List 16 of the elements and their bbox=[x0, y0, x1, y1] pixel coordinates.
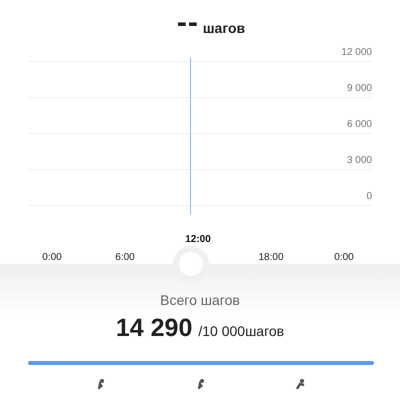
y-axis-label: 6 000 bbox=[346, 119, 372, 130]
x-axis-label: 18:00 bbox=[258, 252, 284, 263]
y-axis-label: 0 bbox=[366, 191, 372, 202]
step-goal: /10 000шагов bbox=[198, 323, 284, 339]
y-axis-label: 9 000 bbox=[346, 83, 372, 94]
x-axis-label: 0:00 bbox=[334, 252, 354, 263]
step-unit: шагов bbox=[202, 20, 246, 36]
summary-title: Всего шагов bbox=[160, 292, 240, 308]
x-axis-label: 12:00 bbox=[185, 234, 211, 245]
x-axis-label: 6:00 bbox=[115, 252, 135, 263]
y-axis-label: 12 000 bbox=[341, 47, 372, 58]
running-person-icon bbox=[293, 379, 307, 389]
step-count-value: -- bbox=[176, 8, 199, 38]
x-axis-label: 0:00 bbox=[42, 252, 62, 263]
y-axis-label: 3 000 bbox=[346, 155, 372, 166]
total-steps: 14 290 bbox=[116, 314, 192, 343]
